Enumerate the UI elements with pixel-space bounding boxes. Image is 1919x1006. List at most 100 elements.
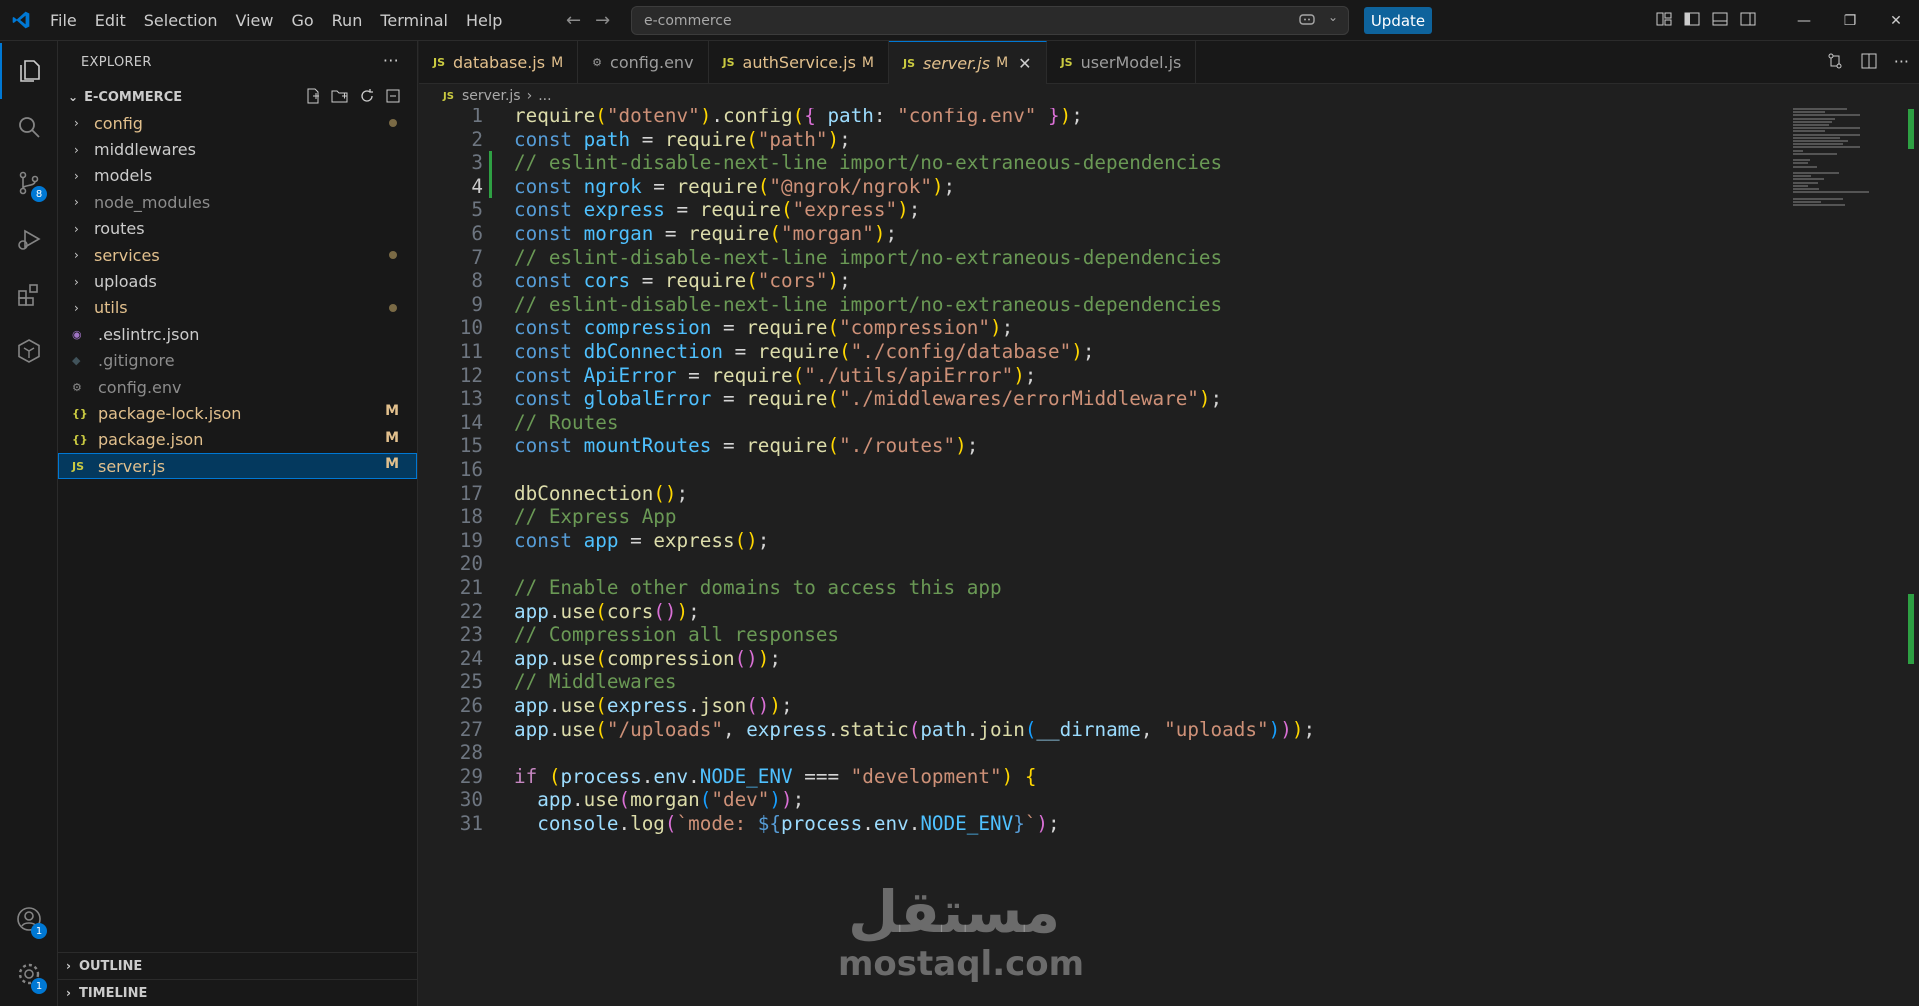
- more-actions-icon[interactable]: ···: [383, 51, 399, 70]
- file-type-icon: {}: [72, 406, 88, 420]
- collapse-all-icon[interactable]: [385, 88, 401, 108]
- refresh-icon[interactable]: [359, 88, 375, 108]
- chevron-right-icon: ›: [74, 142, 79, 157]
- folder-row-models[interactable]: › models: [58, 163, 417, 189]
- file-row-package-lock-json[interactable]: {} package-lock.json M: [58, 400, 417, 426]
- folder-name: node_modules: [94, 192, 211, 212]
- file-type-icon: {}: [72, 433, 88, 447]
- modified-dot: [389, 250, 397, 259]
- minimap-line: [1793, 172, 1840, 174]
- minimap-line: [1793, 149, 1803, 152]
- project-folder-row[interactable]: ⌄ E-COMMERCE: [58, 84, 417, 110]
- menu-help[interactable]: Help: [457, 0, 511, 41]
- file-name: package.json: [98, 430, 204, 450]
- file-row--gitignore[interactable]: ◆ .gitignore: [58, 348, 417, 374]
- modified-badge: M: [996, 55, 1009, 71]
- menu-edit[interactable]: Edit: [86, 0, 135, 41]
- menu-terminal[interactable]: Terminal: [371, 0, 457, 41]
- folder-row-utils[interactable]: › utils: [58, 295, 417, 321]
- search-icon[interactable]: [0, 99, 58, 155]
- menu-view[interactable]: View: [227, 0, 283, 41]
- minimap-line: [1793, 124, 1830, 126]
- minimap-line: [1793, 143, 1843, 146]
- line-number: 31: [459, 812, 483, 835]
- open-changes-icon[interactable]: [1826, 52, 1844, 74]
- customize-layout-icon[interactable]: [1656, 11, 1672, 31]
- explorer-header: EXPLORER ···: [58, 41, 417, 84]
- accounts-badge: 1: [31, 923, 47, 939]
- accounts-icon[interactable]: 1: [0, 891, 58, 947]
- copilot-icon[interactable]: [1298, 12, 1316, 32]
- folder-name: routes: [94, 219, 145, 239]
- folder-row-uploads[interactable]: › uploads: [58, 268, 417, 294]
- tab-authService-js[interactable]: JS authService.js M: [709, 41, 889, 84]
- chevron-down-icon[interactable]: ⌄: [1328, 10, 1338, 24]
- minimize-icon[interactable]: —: [1781, 13, 1827, 29]
- timeline-section[interactable]: › TIMELINE: [58, 979, 417, 1006]
- folder-name: utils: [94, 298, 128, 318]
- folder-name: middlewares: [94, 140, 196, 160]
- minimap-line: [1793, 111, 1825, 114]
- editor-scrollbar[interactable]: [1904, 84, 1918, 1006]
- update-button[interactable]: Update: [1364, 7, 1432, 34]
- back-arrow-icon[interactable]: ←: [566, 10, 581, 31]
- more-actions-icon[interactable]: ···: [1894, 52, 1909, 74]
- menu-bar: File Edit Selection View Go Run Terminal Help: [41, 0, 511, 41]
- folder-row-routes[interactable]: › routes: [58, 216, 417, 242]
- split-editor-icon[interactable]: [1860, 52, 1878, 74]
- tab-config-env[interactable]: ⚙ config.env: [578, 41, 709, 84]
- breadcrumb-file[interactable]: server.js: [462, 88, 521, 104]
- toggle-primary-sidebar-icon[interactable]: [1684, 11, 1700, 31]
- minimap-line: [1793, 120, 1832, 123]
- restore-icon[interactable]: ❐: [1827, 13, 1873, 29]
- source-control-icon[interactable]: 8: [0, 155, 58, 211]
- menu-run[interactable]: Run: [323, 0, 372, 41]
- menu-go[interactable]: Go: [282, 0, 322, 41]
- new-file-icon[interactable]: [305, 88, 321, 108]
- minimap-line: [1793, 133, 1861, 136]
- modified-dot: [389, 303, 397, 312]
- forward-arrow-icon[interactable]: →: [595, 10, 610, 31]
- new-folder-icon[interactable]: [331, 88, 349, 108]
- folder-row-services[interactable]: › services: [58, 242, 417, 268]
- file-type-icon: ⚙: [592, 56, 603, 69]
- tab-label: server.js: [923, 53, 991, 73]
- folder-row-node-modules[interactable]: › node_modules: [58, 189, 417, 215]
- minimap[interactable]: [1789, 108, 1904, 228]
- file-type-icon: JS: [433, 56, 446, 69]
- menu-selection[interactable]: Selection: [135, 0, 227, 41]
- menu-file[interactable]: File: [41, 0, 86, 41]
- tab-server-js[interactable]: JS server.js M ✕: [889, 41, 1047, 84]
- scrollbar-change-marker: [1908, 594, 1914, 664]
- chevron-right-icon: ›: [74, 300, 79, 315]
- toggle-secondary-sidebar-icon[interactable]: [1740, 11, 1756, 31]
- settings-gear-icon[interactable]: 1: [0, 946, 58, 1002]
- chevron-right-icon: ›: [74, 274, 79, 289]
- tab-userModel-js[interactable]: JS userModel.js: [1047, 41, 1197, 84]
- folder-row-middlewares[interactable]: › middlewares: [58, 136, 417, 162]
- tab-database-js[interactable]: JS database.js M: [419, 41, 579, 84]
- file-row-package-json[interactable]: {} package.json M: [58, 427, 417, 453]
- minimap-line: [1793, 130, 1825, 133]
- file-name: server.js: [98, 456, 166, 476]
- command-center-search[interactable]: e-commerce ⌄: [631, 6, 1349, 35]
- file-name: config.env: [98, 377, 182, 397]
- file-type-icon: JS: [903, 56, 916, 70]
- outline-section[interactable]: › OUTLINE: [58, 952, 417, 979]
- file-row-server-js[interactable]: JS server.js M: [58, 453, 417, 480]
- close-tab-icon[interactable]: ✕: [1018, 54, 1031, 73]
- toggle-panel-icon[interactable]: [1712, 11, 1728, 31]
- folder-row-config[interactable]: › config: [58, 110, 417, 136]
- explorer-icon[interactable]: [0, 43, 58, 99]
- file-type-icon: JS: [72, 459, 85, 473]
- modified-badge: M: [385, 429, 399, 446]
- code-editor[interactable]: 1 require("dotenv").config({ path: "confi…: [419, 108, 1919, 1006]
- run-debug-icon[interactable]: [0, 211, 58, 267]
- close-window-icon[interactable]: ✕: [1873, 13, 1919, 29]
- extensions-icon[interactable]: [0, 267, 58, 323]
- chevron-right-icon: ›: [74, 116, 79, 131]
- breadcrumb-symbol[interactable]: ...: [538, 88, 551, 104]
- remote-explorer-icon[interactable]: [0, 323, 58, 379]
- file-row-config-env[interactable]: ⚙ config.env: [58, 374, 417, 400]
- file-row--eslintrc-json[interactable]: ◉ .eslintrc.json: [58, 321, 417, 347]
